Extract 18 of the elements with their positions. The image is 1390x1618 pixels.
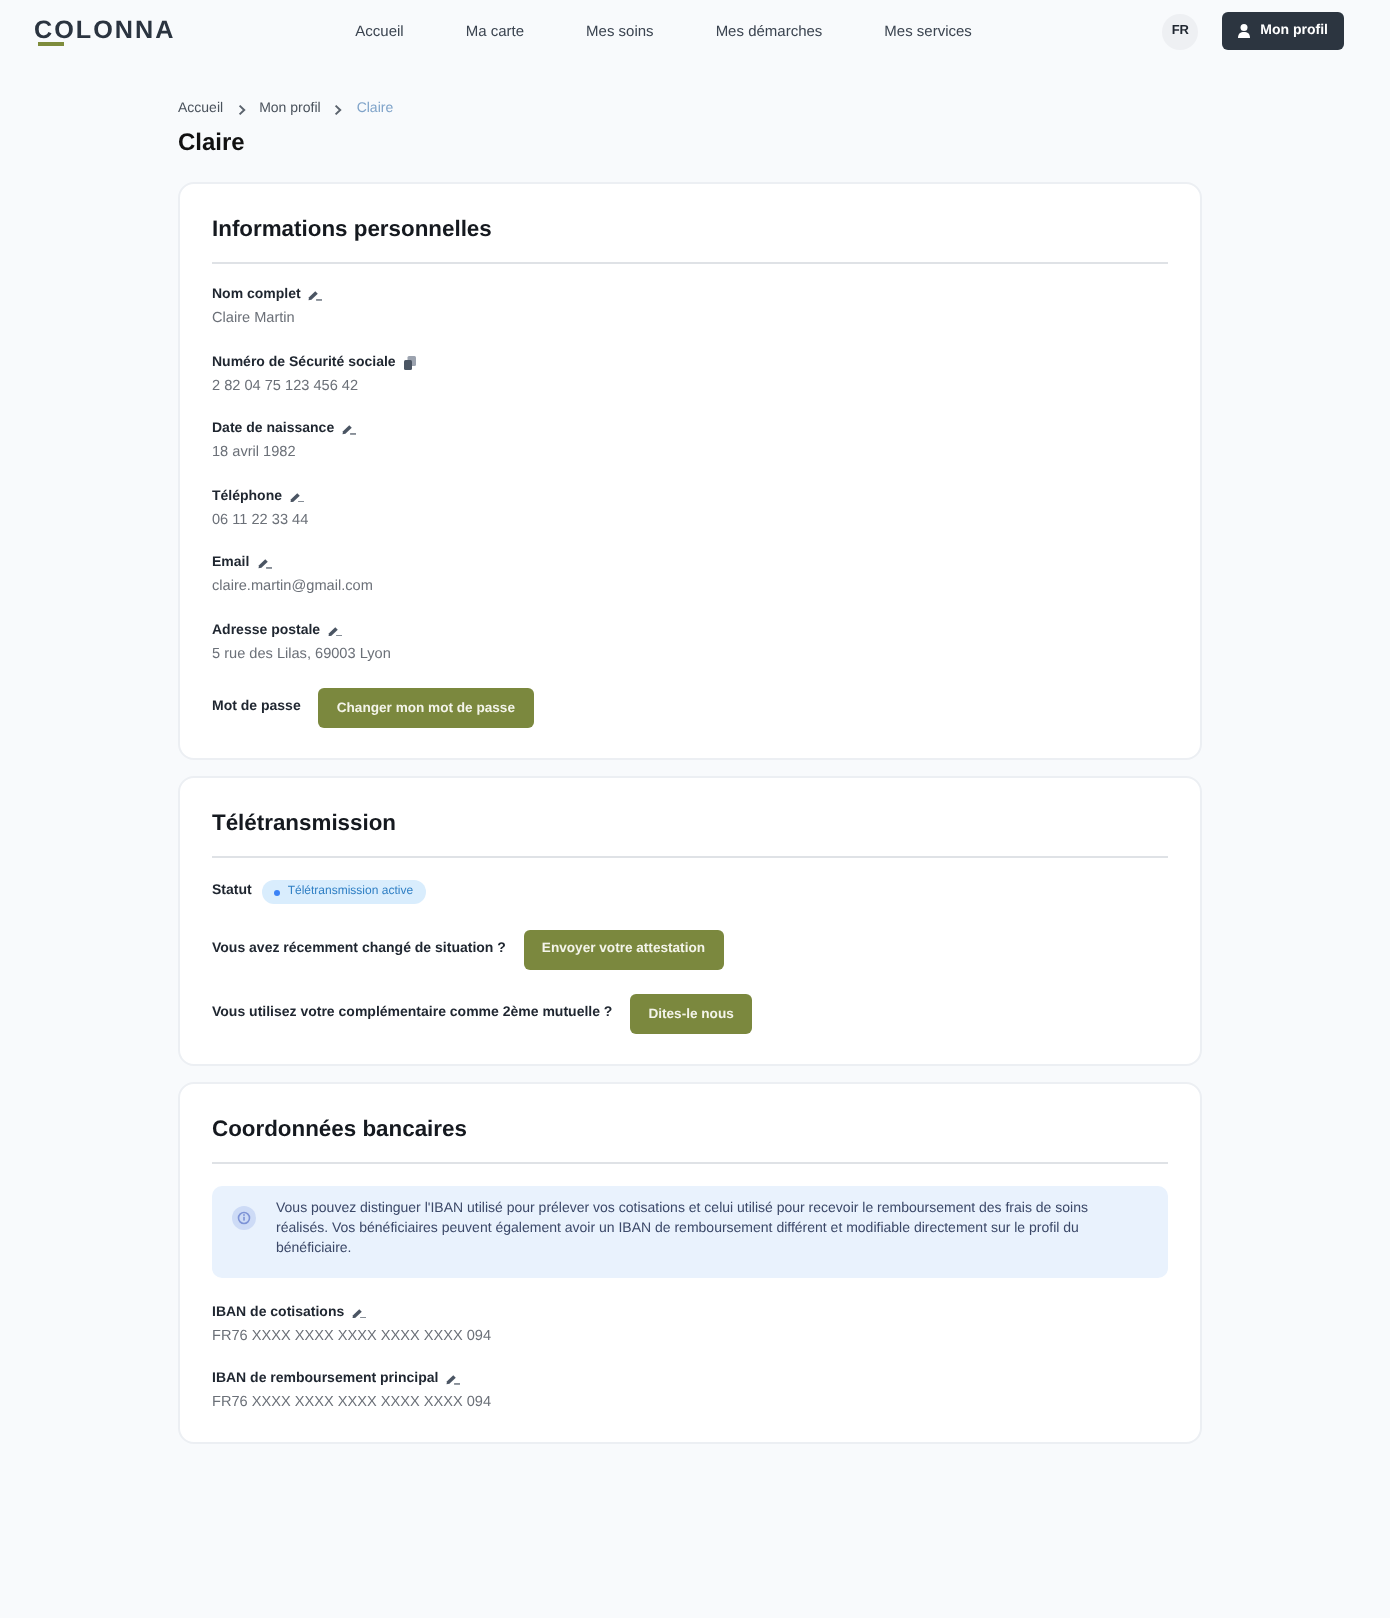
info-icon xyxy=(232,1206,256,1230)
status-dot-icon xyxy=(273,889,280,895)
pencil-icon[interactable] xyxy=(342,424,357,436)
section-title: Télétransmission xyxy=(212,810,399,840)
pencil-icon[interactable] xyxy=(308,290,323,302)
chevron-right-icon xyxy=(334,104,343,116)
pencil-icon[interactable] xyxy=(257,558,272,570)
chevron-right-icon xyxy=(237,104,246,116)
section-title: Informations personnelles xyxy=(212,216,494,246)
pencil-icon[interactable] xyxy=(446,1374,461,1386)
pencil-icon[interactable] xyxy=(290,491,305,503)
logo[interactable]: COLONNA xyxy=(34,13,176,45)
pencil-icon[interactable] xyxy=(328,625,343,637)
page-title: Claire xyxy=(178,126,247,158)
section-title: Coordonnées bancaires xyxy=(212,1116,469,1146)
user-icon xyxy=(1238,24,1251,38)
copy-icon[interactable] xyxy=(403,356,416,370)
pencil-icon[interactable] xyxy=(352,1307,367,1319)
